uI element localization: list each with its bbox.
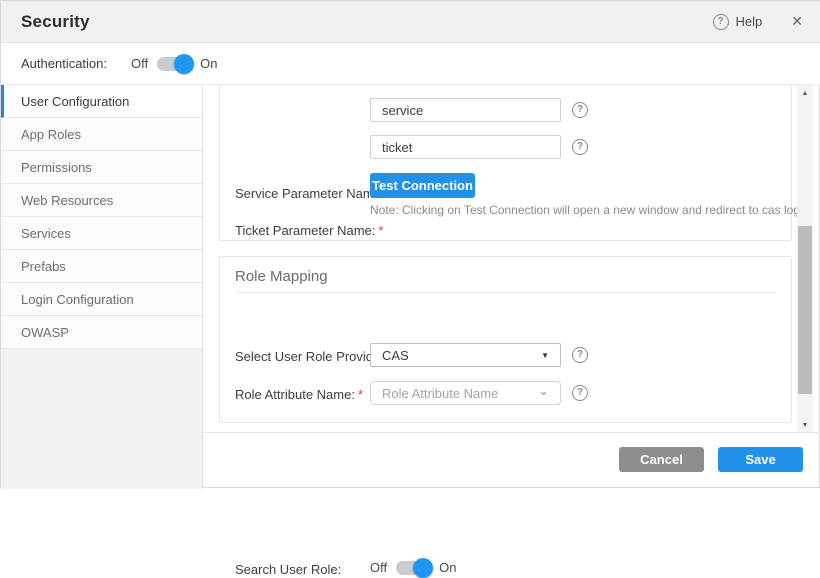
required-asterisk: * bbox=[358, 387, 363, 402]
service-parameter-input[interactable] bbox=[370, 98, 561, 122]
sidebar-item-label: User Configuration bbox=[21, 94, 129, 109]
user-role-provider-help-icon[interactable]: ? bbox=[572, 347, 588, 363]
sidebar-item-prefabs[interactable]: Prefabs bbox=[1, 250, 202, 283]
service-parameter-label: Service Parameter Name:* bbox=[235, 186, 393, 201]
search-user-role-off-label: Off bbox=[370, 560, 387, 575]
ticket-parameter-help-icon[interactable]: ? bbox=[572, 139, 588, 155]
role-attribute-placeholder: Role Attribute Name bbox=[382, 386, 498, 401]
ticket-parameter-input[interactable] bbox=[370, 135, 561, 159]
title-bar: Security ? Help ✕ bbox=[1, 1, 820, 43]
service-parameter-help-icon[interactable]: ? bbox=[572, 102, 588, 118]
search-user-role-on-label: On bbox=[439, 560, 456, 575]
help-label[interactable]: Help bbox=[736, 14, 763, 29]
search-user-role-toggle[interactable] bbox=[396, 561, 430, 575]
vertical-scrollbar[interactable]: ▲ ▼ bbox=[797, 85, 813, 433]
search-user-role-label: Search User Role: bbox=[235, 562, 341, 577]
authentication-row: Authentication: Off On bbox=[1, 43, 820, 85]
sidebar-item-label: Services bbox=[21, 226, 71, 241]
authentication-label: Authentication: bbox=[21, 56, 111, 71]
sidebar-item-permissions[interactable]: Permissions bbox=[1, 151, 202, 184]
role-attribute-help-icon[interactable]: ? bbox=[572, 385, 588, 401]
role-mapping-panel: Role Mapping Search User Role: Off On Se… bbox=[219, 256, 792, 423]
scroll-down-icon[interactable]: ▼ bbox=[797, 418, 813, 432]
sidebar-item-label: Prefabs bbox=[21, 259, 66, 274]
sidebar-item-label: Permissions bbox=[21, 160, 92, 175]
scroll-up-icon[interactable]: ▲ bbox=[797, 86, 813, 100]
section-divider bbox=[235, 292, 776, 293]
help-icon[interactable]: ? bbox=[713, 14, 729, 30]
role-attribute-label: Role Attribute Name:* bbox=[235, 387, 363, 402]
sidebar-item-login-configuration[interactable]: Login Configuration bbox=[1, 283, 202, 316]
sidebar-item-label: Web Resources bbox=[21, 193, 113, 208]
sidebar: User Configuration App Roles Permissions… bbox=[1, 85, 203, 489]
sidebar-item-services[interactable]: Services bbox=[1, 217, 202, 250]
test-connection-note: Note: Clicking on Test Connection will o… bbox=[370, 203, 809, 217]
close-icon[interactable]: ✕ bbox=[787, 11, 807, 32]
dropdown-arrow-icon: ▼ bbox=[541, 351, 549, 360]
scrollbar-thumb[interactable] bbox=[798, 226, 812, 394]
toggle-knob bbox=[174, 54, 194, 74]
save-button[interactable]: Save bbox=[718, 447, 803, 472]
ticket-parameter-label: Ticket Parameter Name:* bbox=[235, 223, 383, 238]
authentication-on-label: On bbox=[200, 56, 217, 71]
authentication-toggle[interactable] bbox=[157, 57, 191, 71]
sidebar-item-web-resources[interactable]: Web Resources bbox=[1, 184, 202, 217]
sidebar-item-label: App Roles bbox=[21, 127, 81, 142]
cas-parameters-panel: Service Parameter Name:* ? Ticket Parame… bbox=[219, 85, 792, 241]
user-role-provider-value: CAS bbox=[382, 348, 409, 363]
user-role-provider-select[interactable]: CAS ▼ bbox=[370, 343, 561, 367]
footer-divider bbox=[203, 432, 820, 433]
authentication-off-label: Off bbox=[131, 56, 148, 71]
test-connection-button[interactable]: Test Connection bbox=[370, 173, 475, 198]
cancel-button[interactable]: Cancel bbox=[619, 447, 704, 472]
toggle-knob bbox=[413, 558, 433, 578]
user-role-provider-label: Select User Role Provider: bbox=[235, 349, 388, 364]
sidebar-item-user-configuration[interactable]: User Configuration bbox=[1, 85, 202, 118]
security-dialog: Security ? Help ✕ Authentication: Off On… bbox=[0, 0, 820, 488]
sidebar-item-owasp[interactable]: OWASP bbox=[1, 316, 202, 349]
sidebar-item-app-roles[interactable]: App Roles bbox=[1, 118, 202, 151]
sidebar-item-label: OWASP bbox=[21, 325, 69, 340]
role-attribute-combobox[interactable]: Role Attribute Name ⌄ bbox=[370, 381, 561, 405]
role-mapping-title: Role Mapping bbox=[235, 268, 328, 285]
required-asterisk: * bbox=[378, 223, 383, 238]
sidebar-item-label: Login Configuration bbox=[21, 292, 134, 307]
page-title: Security bbox=[21, 12, 90, 32]
